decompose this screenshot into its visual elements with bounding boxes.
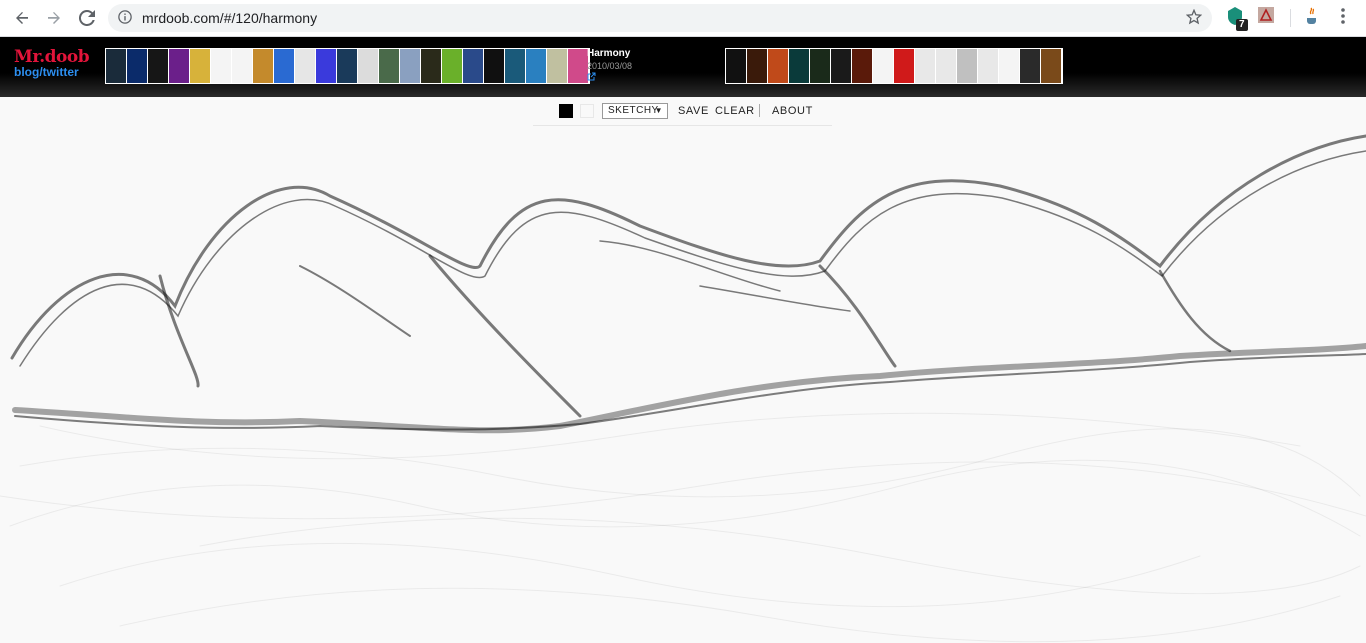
project-thumbnail[interactable] xyxy=(442,49,463,83)
pdf-extension-button[interactable] xyxy=(1257,6,1279,28)
project-thumbnail[interactable] xyxy=(957,49,978,83)
project-thumbnail[interactable] xyxy=(526,49,547,83)
project-thumbnail[interactable] xyxy=(915,49,936,83)
project-date: 2010/03/08 xyxy=(587,61,633,71)
java-cup-icon xyxy=(1307,7,1316,24)
bookmark-star-icon[interactable] xyxy=(1186,9,1202,25)
project-thumbnail[interactable] xyxy=(190,49,211,83)
address-bar[interactable]: mrdoob.com/#/120/harmony xyxy=(108,4,1212,32)
foreground-color-swatch[interactable] xyxy=(559,104,573,118)
external-link-icon[interactable] xyxy=(587,72,632,83)
project-thumbnail[interactable] xyxy=(747,49,768,83)
project-thumbnail[interactable] xyxy=(999,49,1020,83)
reload-icon xyxy=(79,10,95,26)
toolbar-separator xyxy=(759,104,760,117)
project-thumbnail[interactable] xyxy=(253,49,274,83)
project-thumbnails-left xyxy=(105,48,590,84)
project-thumbnail[interactable] xyxy=(547,49,568,83)
project-thumbnail[interactable] xyxy=(148,49,169,83)
brush-select[interactable]: SKETCHY ▼ xyxy=(602,103,668,119)
project-thumbnail[interactable] xyxy=(873,49,894,83)
project-thumbnail[interactable] xyxy=(232,49,253,83)
project-thumbnail[interactable] xyxy=(484,49,505,83)
project-thumbnail[interactable] xyxy=(505,49,526,83)
back-button[interactable] xyxy=(10,6,34,30)
project-thumbnail[interactable] xyxy=(1020,49,1041,83)
site-logo[interactable]: Mr.doob blog/twitter xyxy=(14,49,90,80)
brush-select-value: SKETCHY xyxy=(608,105,659,116)
project-thumbnail[interactable] xyxy=(831,49,852,83)
info-icon[interactable] xyxy=(118,10,132,24)
project-thumbnail[interactable] xyxy=(295,49,316,83)
project-thumbnail[interactable] xyxy=(211,49,232,83)
java-extension-button[interactable] xyxy=(1303,6,1325,28)
project-thumbnail[interactable] xyxy=(400,49,421,83)
logo-subtitle[interactable]: blog/twitter xyxy=(14,65,89,79)
arrow-left-icon xyxy=(16,12,28,24)
project-thumbnails-right xyxy=(725,48,1063,84)
site-header: Mr.doob blog/twitter Harmony 2010/03/08 xyxy=(0,37,1366,97)
clear-button[interactable]: CLEAR xyxy=(715,105,755,117)
project-thumbnail[interactable] xyxy=(852,49,873,83)
project-thumbnail[interactable] xyxy=(358,49,379,83)
extension-badge: 7 xyxy=(1236,19,1248,31)
save-button[interactable]: SAVE xyxy=(678,105,709,117)
forward-button[interactable] xyxy=(42,6,66,30)
project-thumbnail[interactable] xyxy=(1041,49,1062,83)
project-thumbnail[interactable] xyxy=(463,49,484,83)
pdf-icon xyxy=(1258,7,1274,23)
project-thumbnail[interactable] xyxy=(106,49,127,83)
project-thumbnail[interactable] xyxy=(421,49,442,83)
project-thumbnail[interactable] xyxy=(568,49,589,83)
dropdown-arrow-icon: ▼ xyxy=(654,106,663,115)
logo-title[interactable]: Mr.doob xyxy=(14,49,90,66)
project-title: Harmony xyxy=(587,48,631,59)
project-thumbnail[interactable] xyxy=(894,49,915,83)
project-thumbnail[interactable] xyxy=(316,49,337,83)
about-button[interactable]: ABOUT xyxy=(772,105,813,117)
browser-toolbar: mrdoob.com/#/120/harmony 7 xyxy=(0,0,1366,37)
project-thumbnail[interactable] xyxy=(337,49,358,83)
project-thumbnail[interactable] xyxy=(169,49,190,83)
background-color-swatch[interactable] xyxy=(580,104,594,118)
project-thumbnail[interactable] xyxy=(810,49,831,83)
url-text[interactable]: mrdoob.com/#/120/harmony xyxy=(142,10,317,26)
project-thumbnail[interactable] xyxy=(768,49,789,83)
project-thumbnail[interactable] xyxy=(789,49,810,83)
drawing-canvas[interactable] xyxy=(0,126,1366,643)
harmony-toolbar: SKETCHY ▼ SAVE CLEAR ABOUT xyxy=(533,97,832,126)
project-thumbnail[interactable] xyxy=(936,49,957,83)
project-info: Harmony 2010/03/08 xyxy=(587,48,632,83)
project-thumbnail[interactable] xyxy=(274,49,295,83)
toolbar-divider xyxy=(1290,9,1291,27)
project-thumbnail[interactable] xyxy=(379,49,400,83)
project-thumbnail[interactable] xyxy=(978,49,999,83)
project-thumbnail[interactable] xyxy=(127,49,148,83)
reload-button[interactable] xyxy=(75,6,99,30)
project-thumbnail[interactable] xyxy=(726,49,747,83)
menu-button[interactable] xyxy=(1334,6,1356,28)
more-vertical-icon xyxy=(1341,8,1345,24)
arrow-right-icon xyxy=(48,12,60,24)
